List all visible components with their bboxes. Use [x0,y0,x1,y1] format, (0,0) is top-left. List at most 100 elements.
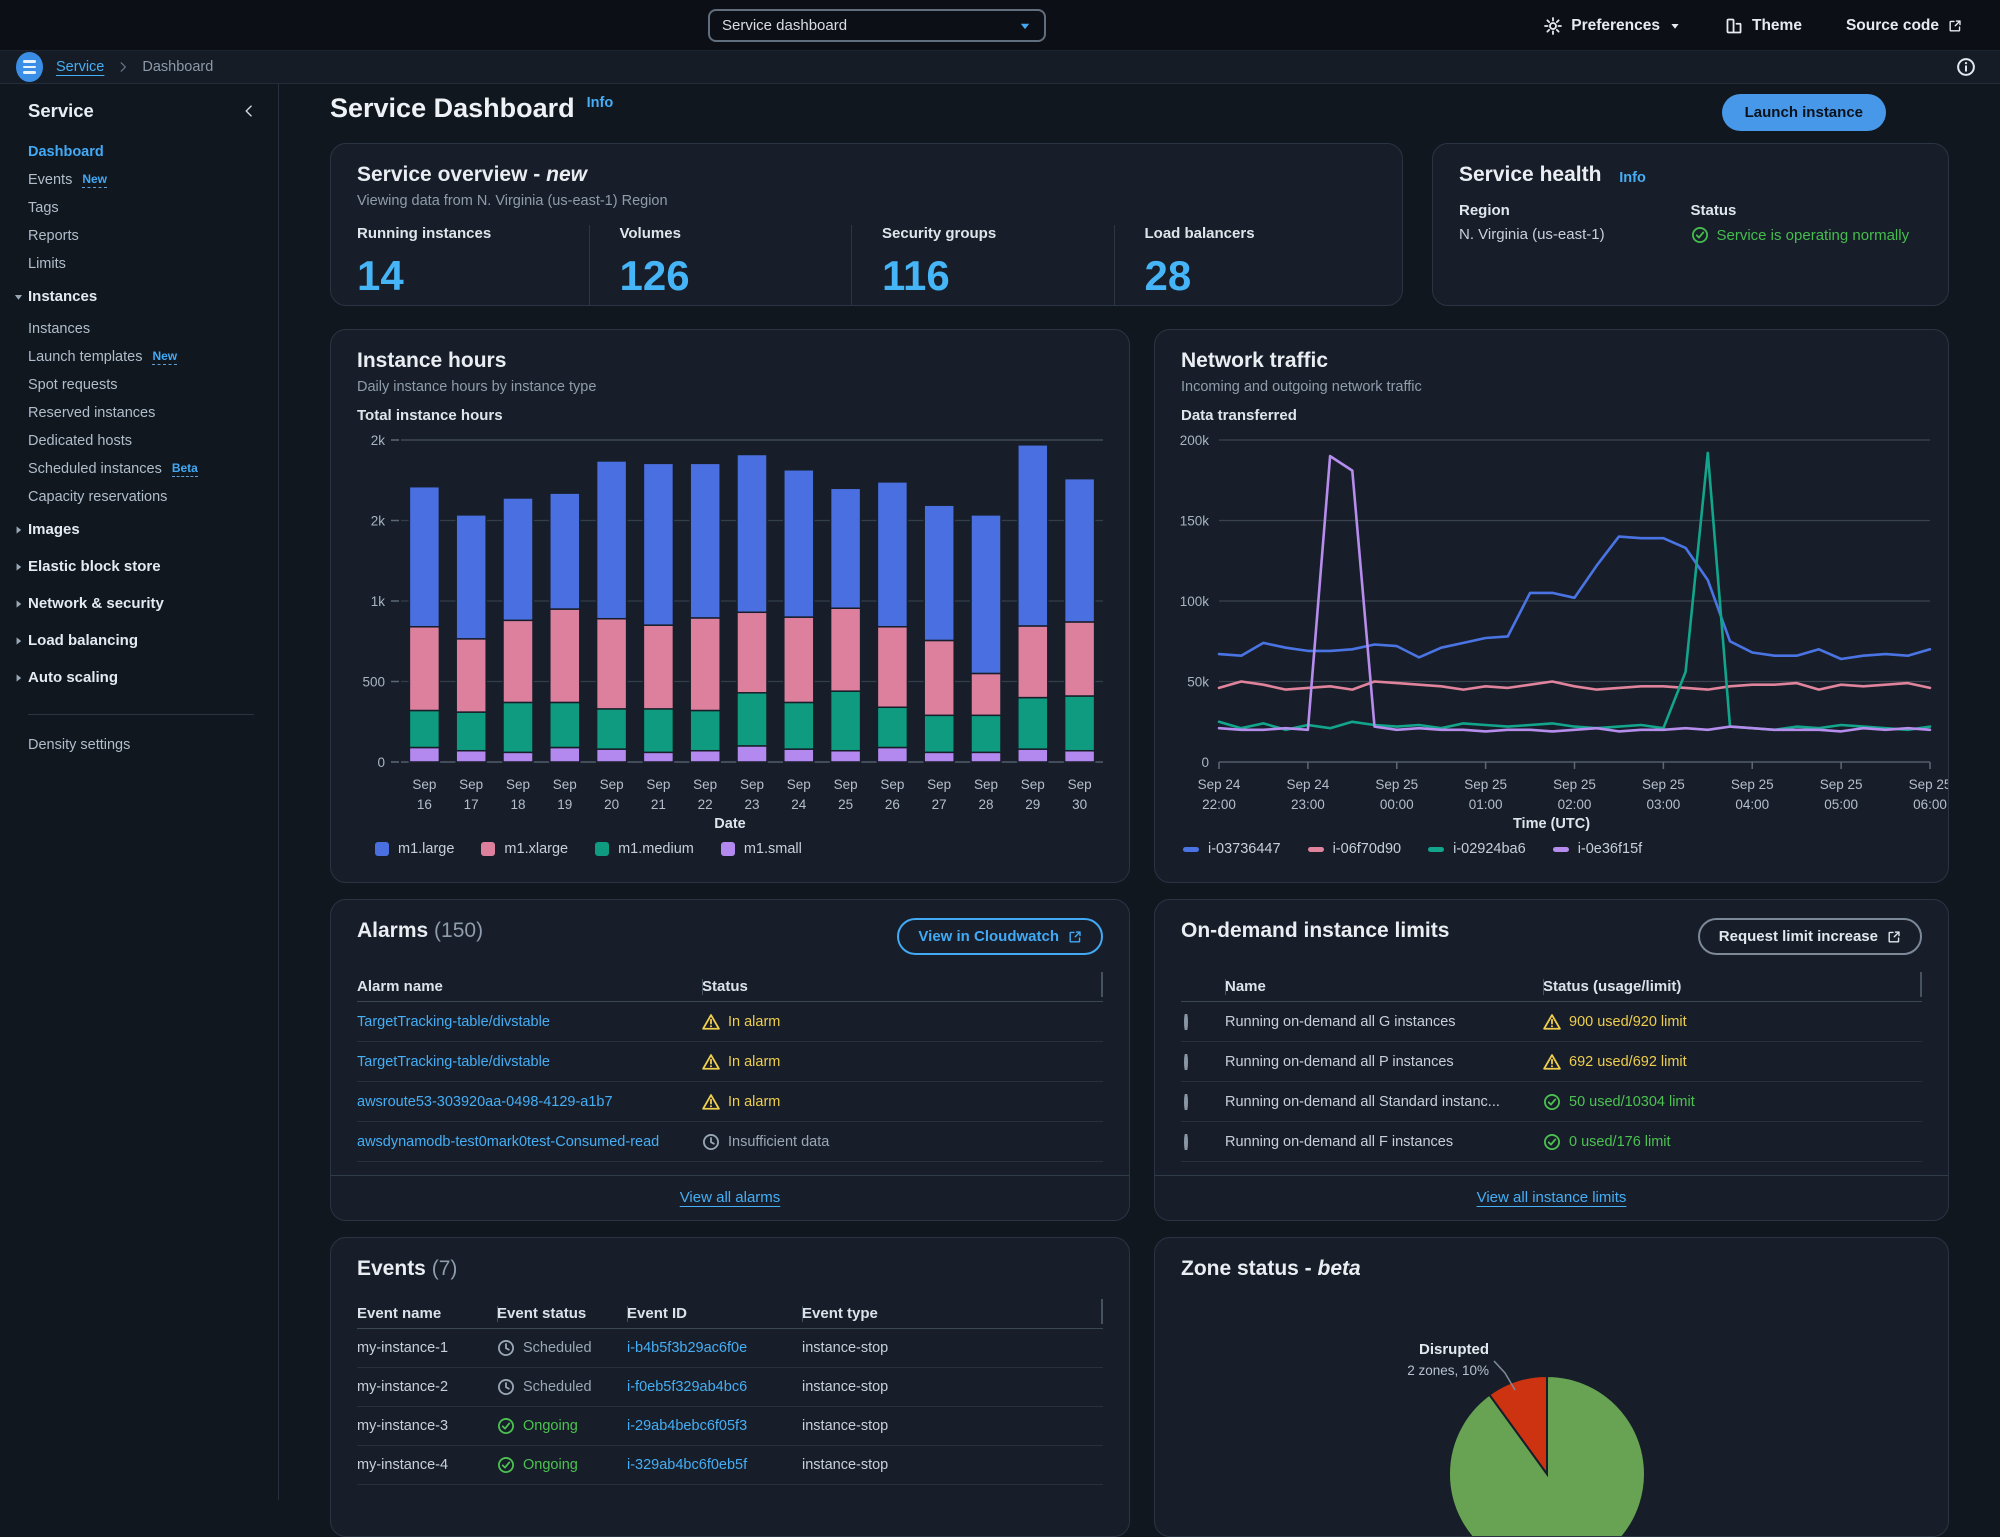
sidebar-section-instances[interactable]: Instances [9,278,278,315]
radio-button[interactable] [1184,1134,1188,1150]
legend-item[interactable]: i-06f70d90 [1308,841,1402,857]
svg-text:Sep: Sep [553,777,577,792]
status-cell: 0 used/176 limit [1543,1133,1922,1151]
sidebar-item-limits[interactable]: Limits [28,250,278,278]
info-circle-icon[interactable] [1956,57,1976,77]
limit-name-cell: Running on-demand all F instances [1225,1134,1543,1150]
svg-text:50k: 50k [1187,675,1209,690]
event-id-link[interactable]: i-329ab4bc6f0eb5f [627,1457,747,1473]
event-name-cell: my-instance-4 [357,1457,497,1473]
breadcrumb-service-link[interactable]: Service [56,59,104,75]
chevron-down-icon [1018,19,1032,33]
sidebar-section-auto-scaling[interactable]: Auto scaling [9,659,278,696]
sidebar-section-load-balancing[interactable]: Load balancing [9,622,278,659]
limits-table-header: Name Status (usage/limit) [1181,971,1922,1002]
sidebar-item-density-settings[interactable]: Density settings [28,731,278,759]
line-chart-x-label: Time (UTC) [1155,816,1948,832]
clock-icon [497,1339,515,1357]
caret-right-icon [9,635,28,647]
legend-item[interactable]: i-02924ba6 [1428,841,1526,857]
events-table-header: Event name Event status Event ID Event t… [357,1298,1103,1329]
badge-new[interactable]: New [82,172,107,188]
legend-item[interactable]: i-0e36f15f [1553,841,1643,857]
view-all-alarms-link[interactable]: View all alarms [680,1189,781,1206]
metric-value-link[interactable]: 28 [1145,250,1193,306]
status-cell: In alarm [702,1013,1103,1031]
sidebar-item-launch-templates[interactable]: Launch templatesNew [28,343,278,371]
menu-icon[interactable] [16,52,43,82]
radio-button[interactable] [1184,1054,1188,1070]
dashboard-variant-select[interactable]: Service dashboard [708,9,1046,42]
metric-value-link[interactable]: 116 [882,250,951,306]
sidebar-section-elastic-block-store[interactable]: Elastic block store [9,548,278,585]
page-header: Service Dashboard Info Launch instance [330,92,1950,124]
legend-item[interactable]: m1.large [375,841,454,857]
svg-text:Sep: Sep [1068,777,1092,792]
check-icon [497,1417,515,1435]
sidebar-item-reserved-instances[interactable]: Reserved instances [28,399,278,427]
legend-item[interactable]: m1.medium [595,841,694,857]
table-row: my-instance-1Scheduledi-b4b5f3b29ac6f0ei… [357,1329,1103,1368]
view-in-cloudwatch-button[interactable]: View in Cloudwatch [897,918,1103,955]
sidebar-section-network-security[interactable]: Network & security [9,585,278,622]
event-type-cell: instance-stop [802,1457,1103,1473]
zone-status-card: Zone status - beta Disrupted2 zones, 10% [1154,1237,1949,1537]
sidebar-item-dedicated-hosts[interactable]: Dedicated hosts [28,427,278,455]
service-dashboard-page: { "topbar": { "project_select": "Service… [0,0,2000,1500]
side-navigation: Service DashboardEventsNewTagsReportsLim… [0,84,279,1500]
health-info-link[interactable]: Info [1619,165,1646,191]
sidebar-item-instances[interactable]: Instances [28,315,278,343]
badge-new[interactable]: New [152,349,177,365]
metric-label: Load balancers [1145,225,1377,242]
legend-item[interactable]: m1.xlarge [481,841,568,857]
sidebar-item-scheduled-instances[interactable]: Scheduled instancesBeta [28,455,278,483]
caret-down-icon [9,291,28,303]
legend-item[interactable]: i-03736447 [1183,841,1281,857]
source-code-link[interactable]: Source code [1846,17,1962,35]
status-cell: In alarm [702,1053,1103,1071]
bar-chart-legend: m1.large m1.xlarge m1.medium m1.small [375,841,802,857]
instance-limits-card: On-demand instance limits Request limit … [1154,899,1949,1221]
alarms-title: Alarms (150) [357,918,483,944]
svg-text:27: 27 [932,797,947,812]
alarm-link[interactable]: TargetTracking-table/divstable [357,1014,550,1030]
legend-item[interactable]: m1.small [721,841,802,857]
launch-instance-button[interactable]: Launch instance [1722,94,1886,131]
event-id-link[interactable]: i-29ab4bebc6f05f3 [627,1418,747,1434]
view-all-instance-limits-link[interactable]: View all instance limits [1477,1189,1627,1206]
theme-toggle[interactable]: Theme [1725,17,1802,35]
alarm-link[interactable]: awsdynamodb-test0mark0test-Consumed-read [357,1134,659,1150]
metric-label: Volumes [620,225,852,242]
sidebar-item-tags[interactable]: Tags [28,194,278,222]
network-traffic-subtitle: Incoming and outgoing network traffic [1181,379,1922,395]
request-limit-increase-button[interactable]: Request limit increase [1698,918,1922,955]
sidebar-section-images[interactable]: Images [9,511,278,548]
preferences-menu[interactable]: Preferences [1544,17,1681,35]
event-id-link[interactable]: i-f0eb5f329ab4bc6 [627,1379,747,1395]
event-id-link[interactable]: i-b4b5f3b29ac6f0e [627,1340,747,1356]
top-navigation-bar: Service dashboard Preferences Theme Sour… [0,0,2000,51]
badge-beta[interactable]: Beta [172,461,198,477]
service-overview-subtitle: Viewing data from N. Virginia (us-east-1… [357,193,1376,209]
metric-value-link[interactable]: 14 [357,250,405,306]
alarm-link[interactable]: TargetTracking-table/divstable [357,1054,550,1070]
svg-text:17: 17 [464,797,479,812]
sidebar-item-reports[interactable]: Reports [28,222,278,250]
collapse-sidebar-icon[interactable] [242,104,256,118]
radio-button[interactable] [1184,1014,1188,1030]
svg-text:Sep: Sep [1021,777,1045,792]
clock-icon [497,1378,515,1396]
page-info-link[interactable]: Info [587,95,614,111]
svg-text:22:00: 22:00 [1202,797,1236,812]
sidebar-item-spot-requests[interactable]: Spot requests [28,371,278,399]
sidebar-item-events[interactable]: EventsNew [28,166,278,194]
metric-value-link[interactable]: 126 [620,250,691,306]
alarm-link[interactable]: awsroute53-303920aa-0498-4129-a1b7 [357,1094,613,1110]
sidebar-item-capacity-reservations[interactable]: Capacity reservations [28,483,278,511]
svg-text:16: 16 [417,797,432,812]
radio-button[interactable] [1184,1094,1188,1110]
status-cell: Insufficient data [702,1133,1103,1151]
topbar-utilities: Preferences Theme Source code [1544,0,1962,51]
sidebar-item-dashboard[interactable]: Dashboard [28,138,278,166]
svg-text:200k: 200k [1180,433,1210,448]
